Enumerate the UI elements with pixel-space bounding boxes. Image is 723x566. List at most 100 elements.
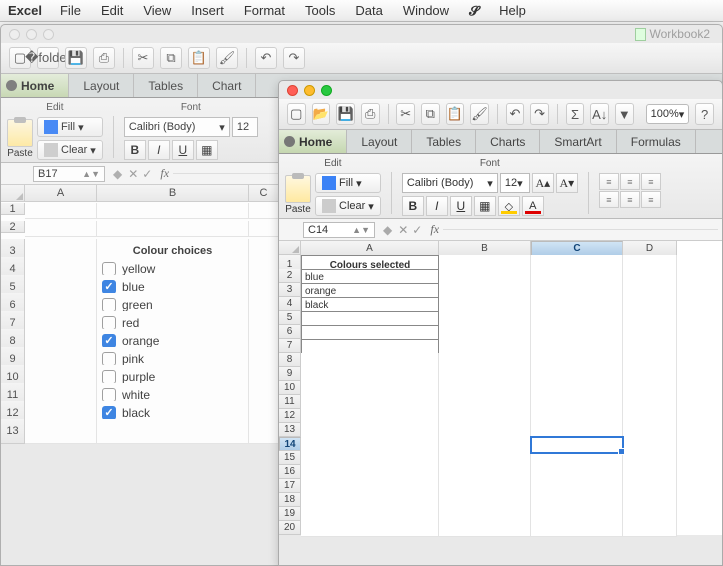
save-icon[interactable]: 💾 bbox=[65, 47, 87, 69]
menu-insert[interactable]: Insert bbox=[191, 3, 224, 18]
name-box[interactable]: C14▲▼ bbox=[303, 222, 375, 238]
menu-file[interactable]: File bbox=[60, 3, 81, 18]
menu-data[interactable]: Data bbox=[355, 3, 382, 18]
undo-icon[interactable]: ↶ bbox=[506, 103, 525, 125]
row-header[interactable]: 4 bbox=[279, 297, 301, 311]
select-all-corner[interactable] bbox=[279, 241, 301, 255]
paste-button[interactable]: Paste bbox=[285, 175, 311, 215]
close-dot[interactable] bbox=[287, 85, 298, 96]
select-all-corner[interactable] bbox=[1, 185, 25, 202]
row-header[interactable]: 13 bbox=[1, 419, 25, 444]
tab-tables[interactable]: Tables bbox=[412, 130, 476, 153]
tab-home[interactable]: Home bbox=[1, 74, 69, 97]
checkbox-green[interactable] bbox=[102, 298, 116, 312]
underline-button[interactable]: U bbox=[172, 140, 194, 160]
fx-icon[interactable]: fx bbox=[160, 166, 169, 181]
zoom-select[interactable]: 100% ▾ bbox=[646, 104, 690, 124]
row-header[interactable]: 5 bbox=[279, 311, 301, 325]
row-header[interactable]: 12 bbox=[279, 409, 301, 423]
minimize-dot[interactable] bbox=[26, 29, 37, 40]
bold-button[interactable]: B bbox=[402, 196, 424, 216]
print-icon[interactable]: ⎙ bbox=[361, 103, 380, 125]
zoom-dot[interactable] bbox=[43, 29, 54, 40]
clear-button[interactable]: Clear ▾ bbox=[37, 140, 103, 160]
sort-icon[interactable]: A↓ bbox=[590, 103, 609, 125]
row-header[interactable]: 11 bbox=[279, 395, 301, 409]
redo-icon[interactable]: ↷ bbox=[530, 103, 549, 125]
name-box[interactable]: B17▲▼ bbox=[33, 166, 105, 182]
confirm-icon[interactable]: ✓ bbox=[412, 223, 422, 237]
filter-icon[interactable]: ▼ bbox=[615, 103, 634, 125]
col-header-c[interactable]: C bbox=[531, 241, 623, 256]
font-name-select[interactable]: Calibri (Body)▾ bbox=[124, 117, 230, 137]
cancel-icon[interactable]: ✕ bbox=[128, 167, 138, 181]
save-icon[interactable]: 💾 bbox=[336, 103, 355, 125]
navigate-icon[interactable]: ◆ bbox=[383, 223, 392, 237]
checkbox-orange[interactable] bbox=[102, 334, 116, 348]
row-header[interactable]: 20 bbox=[279, 521, 301, 535]
zoom-dot[interactable] bbox=[321, 85, 332, 96]
align-middle[interactable]: ≡ bbox=[620, 173, 640, 190]
col-header-a[interactable]: A bbox=[301, 241, 439, 256]
font-size-select[interactable]: 12 ▾ bbox=[500, 173, 530, 193]
navigate-icon[interactable]: ◆ bbox=[113, 167, 122, 181]
align-bottom[interactable]: ≡ bbox=[641, 173, 661, 190]
confirm-icon[interactable]: ✓ bbox=[142, 167, 152, 181]
bold-button[interactable]: B bbox=[124, 140, 146, 160]
tab-smartart[interactable]: SmartArt bbox=[540, 130, 616, 153]
clear-button[interactable]: Clear ▾ bbox=[315, 196, 381, 216]
checkbox-white[interactable] bbox=[102, 388, 116, 402]
checkbox-black[interactable] bbox=[102, 406, 116, 420]
tab-charts[interactable]: Charts bbox=[476, 130, 540, 153]
close-dot[interactable] bbox=[9, 29, 20, 40]
col-header-a[interactable]: A bbox=[25, 185, 97, 202]
row-header[interactable]: 18 bbox=[279, 493, 301, 507]
row-header[interactable]: 16 bbox=[279, 465, 301, 479]
menu-edit[interactable]: Edit bbox=[101, 3, 123, 18]
italic-button[interactable]: I bbox=[426, 196, 448, 216]
formula-input[interactable] bbox=[443, 229, 718, 230]
italic-button[interactable]: I bbox=[148, 140, 170, 160]
checkbox-pink[interactable] bbox=[102, 352, 116, 366]
traffic-lights[interactable] bbox=[279, 81, 722, 99]
row-header[interactable]: 8 bbox=[279, 353, 301, 367]
row-header[interactable]: 7 bbox=[279, 339, 301, 353]
tab-tables[interactable]: Tables bbox=[134, 74, 198, 97]
tab-home[interactable]: Home bbox=[279, 130, 347, 153]
traffic-lights[interactable] bbox=[1, 25, 722, 43]
copy-icon[interactable]: ⧉ bbox=[160, 47, 182, 69]
row-header[interactable]: 2 bbox=[1, 221, 25, 233]
row-header[interactable]: 6 bbox=[279, 325, 301, 339]
print-icon[interactable]: ⎙ bbox=[93, 47, 115, 69]
format-painter-icon[interactable]: 🖌 bbox=[216, 47, 238, 69]
row-header[interactable]: 2 bbox=[279, 269, 301, 283]
redo-icon[interactable]: ↷ bbox=[283, 47, 305, 69]
help-icon[interactable]: ? bbox=[695, 103, 714, 125]
row-header[interactable]: 13 bbox=[279, 423, 301, 437]
open-icon[interactable]: �folder bbox=[37, 47, 59, 69]
cell-c14[interactable] bbox=[531, 437, 623, 453]
align-center[interactable]: ≡ bbox=[620, 191, 640, 208]
paste-button[interactable]: Paste bbox=[7, 119, 33, 159]
row-header[interactable]: 19 bbox=[279, 507, 301, 521]
col-header-b[interactable]: B bbox=[97, 185, 249, 202]
row-header[interactable]: 1 bbox=[1, 203, 25, 215]
checkbox-purple[interactable] bbox=[102, 370, 116, 384]
script-menu-icon[interactable]: 𝓢 bbox=[469, 3, 479, 19]
borders-button[interactable]: ▦ bbox=[474, 196, 496, 216]
checkbox-blue[interactable] bbox=[102, 280, 116, 294]
tab-charts[interactable]: Chart bbox=[198, 74, 256, 97]
menu-view[interactable]: View bbox=[143, 3, 171, 18]
checkbox-red[interactable] bbox=[102, 316, 116, 330]
align-left[interactable]: ≡ bbox=[599, 191, 619, 208]
align-right[interactable]: ≡ bbox=[641, 191, 661, 208]
row-header[interactable]: 14 bbox=[279, 437, 301, 451]
font-name-select[interactable]: Calibri (Body)▾ bbox=[402, 173, 498, 193]
menu-tools[interactable]: Tools bbox=[305, 3, 335, 18]
tab-layout[interactable]: Layout bbox=[69, 74, 134, 97]
copy-icon[interactable]: ⧉ bbox=[421, 103, 440, 125]
grow-font-button[interactable]: A▴ bbox=[532, 173, 554, 193]
menu-help[interactable]: Help bbox=[499, 3, 526, 18]
sheet-grid-fg[interactable]: A B C D 1 Colours selected 2 blue 3 oran… bbox=[279, 241, 722, 535]
row-header[interactable]: 3 bbox=[279, 283, 301, 297]
